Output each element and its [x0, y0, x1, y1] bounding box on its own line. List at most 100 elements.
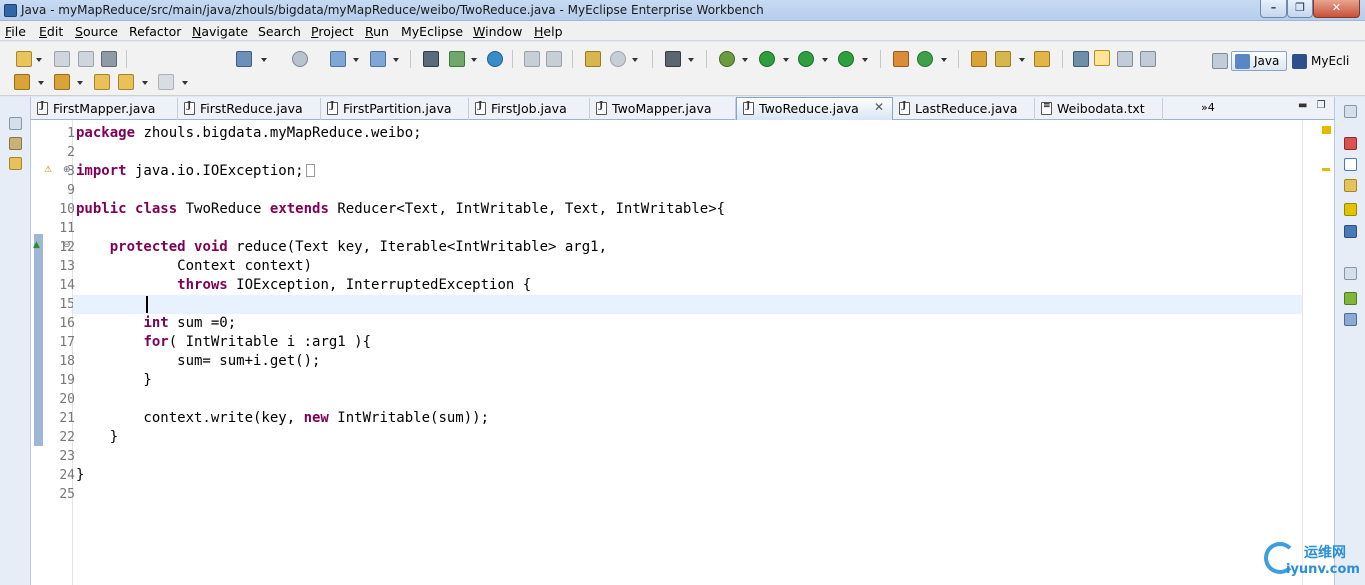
outline-icon[interactable]: [1344, 292, 1357, 305]
code-line[interactable]: }: [73, 466, 1302, 485]
code-line[interactable]: Context context): [73, 257, 1302, 276]
menu-run[interactable]: Run: [365, 24, 389, 39]
pin-icon[interactable]: [1073, 51, 1089, 67]
jsp-icon[interactable]: [585, 51, 601, 67]
tab-lastreduce-java[interactable]: LastReduce.java: [893, 98, 1035, 120]
pencil-dropdown-icon[interactable]: [1019, 58, 1025, 62]
code-area[interactable]: package zhouls.bigdata.myMapReduce.weibo…: [73, 120, 1302, 585]
folded-imports-box[interactable]: [305, 164, 315, 177]
code-line[interactable]: }: [73, 371, 1302, 390]
open-type-icon[interactable]: [330, 51, 346, 67]
code-line[interactable]: [73, 181, 1302, 200]
run-server-dropdown-icon[interactable]: [862, 58, 868, 62]
tab-overflow-button[interactable]: »4: [1201, 101, 1215, 114]
code-line[interactable]: for( IntWritable i :arg1 ){: [73, 333, 1302, 352]
screenshot-icon[interactable]: [665, 51, 681, 67]
package-explorer-icon[interactable]: [9, 137, 22, 150]
code-editor[interactable]: ⚠ ⊕ ▲ ⊖ 1 2 3 9 10 11 12 13 14 15 16 17 18 19 20 21 22 23…: [31, 120, 1334, 585]
menu-project[interactable]: Project: [311, 24, 354, 39]
new-icon[interactable]: [16, 51, 32, 67]
code-line[interactable]: protected void reduce(Text key, Iterable…: [73, 238, 1302, 257]
run-icon[interactable]: [759, 51, 775, 67]
build-icon[interactable]: [449, 51, 465, 67]
code-line[interactable]: package zhouls.bigdata.myMapReduce.weibo…: [73, 124, 1302, 143]
build-dropdown-icon[interactable]: [471, 58, 477, 62]
menu-source[interactable]: Source: [75, 24, 118, 39]
search-icon[interactable]: [370, 51, 386, 67]
new-dropdown-icon[interactable]: [36, 58, 42, 62]
pencil-icon[interactable]: [995, 51, 1011, 67]
debug-icon[interactable]: [719, 51, 735, 67]
web-service-dropdown-icon[interactable]: [632, 58, 638, 62]
java-perspective-button[interactable]: Java: [1231, 51, 1287, 71]
code-line[interactable]: public class TwoReduce extends Reducer<T…: [73, 200, 1302, 219]
minimize-button[interactable]: –: [1260, 0, 1287, 18]
prev-annotation-dropdown-icon[interactable]: [77, 81, 83, 85]
code-line[interactable]: [73, 219, 1302, 238]
code-line[interactable]: [73, 447, 1302, 466]
tab-firstmapper-java[interactable]: FirstMapper.java: [31, 98, 178, 120]
prev-annotation-icon[interactable]: [54, 74, 70, 90]
restore-right-view-icon[interactable]: [1344, 105, 1357, 118]
code-line[interactable]: [73, 390, 1302, 409]
new-class-icon[interactable]: [917, 51, 933, 67]
forward-dropdown-icon[interactable]: [182, 81, 188, 85]
hierarchy-icon[interactable]: [423, 51, 439, 67]
search-dropdown-icon[interactable]: [393, 58, 399, 62]
show-whitespace-icon[interactable]: [1140, 51, 1156, 67]
new-project-icon[interactable]: [893, 51, 909, 67]
back-dropdown-icon[interactable]: [142, 81, 148, 85]
menu-myeclipse[interactable]: MyEclipse: [401, 24, 463, 39]
db-icon[interactable]: [524, 51, 540, 67]
next-annotation-icon[interactable]: [14, 74, 30, 90]
save-icon[interactable]: [54, 51, 70, 67]
code-line[interactable]: int sum =0;: [73, 314, 1302, 333]
forward-icon[interactable]: [158, 74, 174, 90]
last-edit-icon[interactable]: [94, 74, 110, 90]
run-dropdown-icon[interactable]: [783, 58, 789, 62]
code-line[interactable]: [73, 485, 1302, 504]
run-external-icon[interactable]: [798, 51, 814, 67]
open-type-dropdown-icon[interactable]: [353, 58, 359, 62]
block-selection-icon[interactable]: [1117, 51, 1133, 67]
new-class-dropdown-icon[interactable]: [941, 58, 947, 62]
code-line[interactable]: throws IOException, InterruptedException…: [73, 276, 1302, 295]
servers-icon[interactable]: [1344, 225, 1357, 238]
close-window-button[interactable]: ✕: [1313, 0, 1360, 18]
task-list-icon[interactable]: [1344, 313, 1357, 326]
declaration-icon[interactable]: [1344, 179, 1357, 192]
javadoc-icon[interactable]: [1344, 158, 1357, 171]
restore-outline-icon[interactable]: [1344, 267, 1357, 280]
run-external-dropdown-icon[interactable]: [822, 58, 828, 62]
menu-file[interactable]: File: [5, 24, 26, 39]
tab-firstreduce-java[interactable]: FirstReduce.java: [178, 98, 321, 120]
menu-refactor[interactable]: Refactor: [129, 24, 181, 39]
browser-icon[interactable]: [487, 51, 503, 67]
server-dropdown-icon[interactable]: [261, 58, 267, 62]
deploy-icon[interactable]: [292, 51, 308, 67]
mark-occurrences-icon[interactable]: [1094, 50, 1110, 66]
code-line[interactable]: [73, 295, 1302, 314]
save-all-icon[interactable]: [78, 51, 94, 67]
web-service-icon[interactable]: [610, 51, 626, 67]
tab-weibodata-txt[interactable]: Weibodata.txt: [1035, 98, 1163, 120]
menu-edit[interactable]: Edit: [39, 24, 63, 39]
console-icon[interactable]: [1344, 203, 1357, 216]
maximize-editor-icon[interactable]: ❐: [1317, 100, 1326, 111]
open-perspective-icon[interactable]: [1212, 53, 1228, 69]
screenshot-dropdown-icon[interactable]: [688, 58, 694, 62]
tab-firstpartition-java[interactable]: FirstPartition.java: [321, 98, 469, 120]
menu-navigate[interactable]: Navigate: [192, 24, 248, 39]
code-line[interactable]: [73, 143, 1302, 162]
code-line[interactable]: }: [73, 428, 1302, 447]
code-line[interactable]: context.write(key, new IntWritable(sum))…: [73, 409, 1302, 428]
open-folder-icon[interactable]: [971, 51, 987, 67]
debug-dropdown-icon[interactable]: [742, 58, 748, 62]
tab-twomapper-java[interactable]: TwoMapper.java: [590, 98, 736, 120]
close-tab-icon[interactable]: ✕: [874, 100, 884, 114]
menu-window[interactable]: Window: [473, 24, 522, 39]
menu-search[interactable]: Search: [258, 24, 301, 39]
hierarchy-view-icon[interactable]: [9, 157, 22, 170]
code-line[interactable]: import java.io.IOException;: [73, 162, 1302, 181]
menu-help[interactable]: Help: [534, 24, 563, 39]
